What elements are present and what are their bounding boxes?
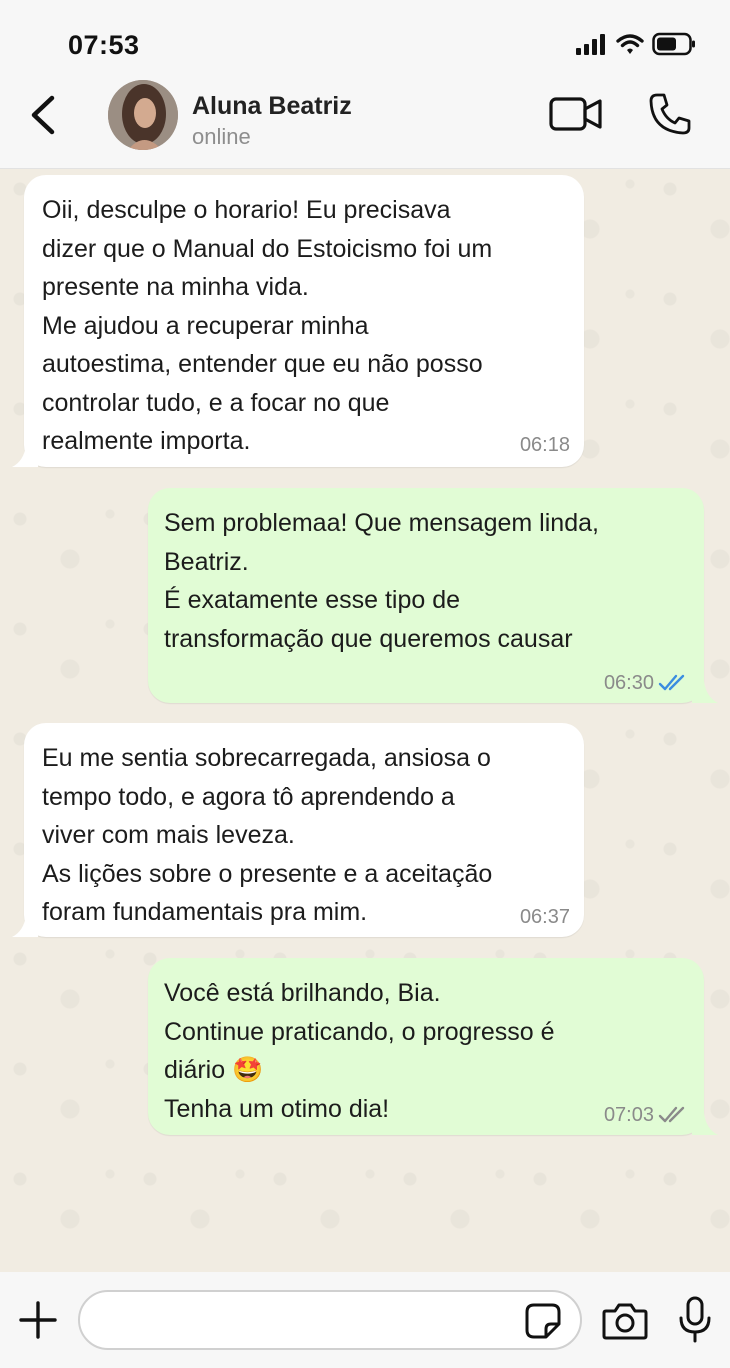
input-bar bbox=[0, 1272, 730, 1368]
message-input[interactable] bbox=[78, 1290, 582, 1350]
battery-icon bbox=[652, 32, 695, 56]
chat-area[interactable]: Oii, desculpe o horario! Eu precisava di… bbox=[0, 169, 730, 1272]
sticker-icon[interactable] bbox=[524, 1302, 562, 1340]
status-time: 07:53 bbox=[68, 30, 140, 60]
back-chevron-icon[interactable] bbox=[24, 92, 64, 138]
message-bubble-incoming[interactable]: Oii, desculpe o horario! Eu precisava di… bbox=[12, 175, 584, 467]
contact-name[interactable]: Aluna Beatriz bbox=[192, 92, 352, 121]
message-bubble-outgoing[interactable]: Sem problemaa! Que mensagem linda, Beatr… bbox=[148, 488, 718, 703]
bubble-tail bbox=[12, 445, 38, 467]
camera-icon[interactable] bbox=[602, 1302, 648, 1340]
avatar[interactable] bbox=[108, 80, 178, 150]
message-time: 06:37 bbox=[519, 906, 570, 928]
video-camera-icon[interactable] bbox=[548, 94, 604, 134]
chat-header: Aluna Beatriz online bbox=[0, 78, 730, 169]
message-time: 07:03 bbox=[603, 1104, 654, 1126]
message-bubble-outgoing[interactable]: Você está brilhando, Bia. Continue prati… bbox=[148, 958, 718, 1135]
bubble-tail bbox=[12, 915, 38, 937]
avatar-portrait bbox=[108, 80, 178, 150]
message-time: 06:18 bbox=[519, 434, 570, 456]
contact-status: online bbox=[192, 124, 251, 149]
message-text: Eu me sentia sobrecarregada, ansiosa o t… bbox=[42, 744, 493, 926]
microphone-icon[interactable] bbox=[676, 1296, 714, 1344]
message-time: 06:30 bbox=[603, 672, 654, 694]
signal-icon bbox=[576, 34, 605, 55]
double-check-read-icon bbox=[658, 674, 685, 691]
status-bar: 07:53 bbox=[0, 0, 730, 78]
message-text: Sem problemaa! Que mensagem linda, Beatr… bbox=[164, 509, 599, 653]
message-text: Oii, desculpe o horario! Eu precisava di… bbox=[42, 196, 493, 455]
status-icons bbox=[576, 32, 696, 56]
bubble-tail bbox=[692, 681, 718, 703]
message-bubble-incoming[interactable]: Eu me sentia sobrecarregada, ansiosa o t… bbox=[12, 723, 584, 937]
plus-icon[interactable] bbox=[18, 1300, 58, 1340]
phone-icon[interactable] bbox=[648, 92, 692, 136]
wifi-icon bbox=[616, 34, 644, 54]
double-check-delivered-icon bbox=[658, 1106, 685, 1123]
